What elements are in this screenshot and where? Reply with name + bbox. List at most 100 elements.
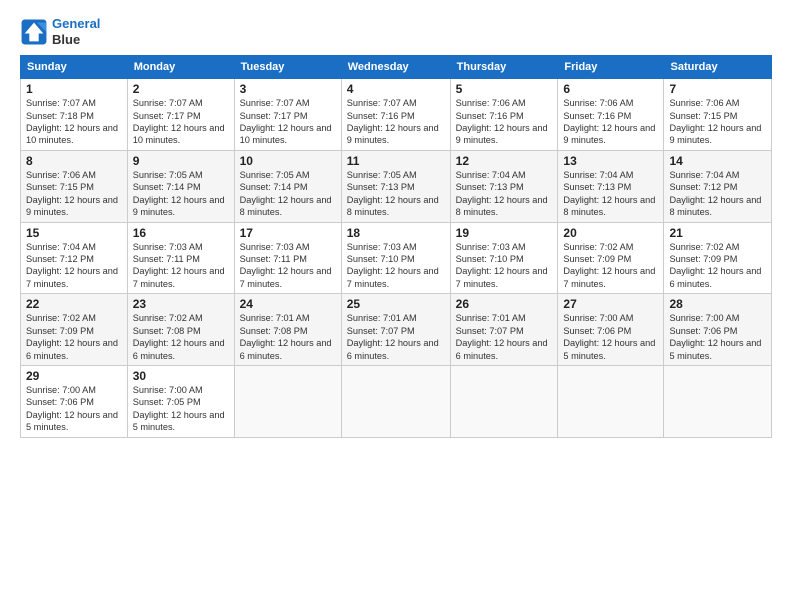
day-info: Sunrise: 7:07 AMSunset: 7:16 PMDaylight:… — [347, 97, 445, 147]
calendar-cell: 9 Sunrise: 7:05 AMSunset: 7:14 PMDayligh… — [127, 150, 234, 222]
day-number: 4 — [347, 82, 445, 96]
calendar-cell: 24 Sunrise: 7:01 AMSunset: 7:08 PMDaylig… — [234, 294, 341, 366]
calendar-cell: 16 Sunrise: 7:03 AMSunset: 7:11 PMDaylig… — [127, 222, 234, 294]
calendar-cell: 6 Sunrise: 7:06 AMSunset: 7:16 PMDayligh… — [558, 79, 664, 151]
day-info: Sunrise: 7:06 AMSunset: 7:15 PMDaylight:… — [26, 169, 122, 219]
day-number: 10 — [240, 154, 336, 168]
day-number: 11 — [347, 154, 445, 168]
day-number: 1 — [26, 82, 122, 96]
calendar-cell: 5 Sunrise: 7:06 AMSunset: 7:16 PMDayligh… — [450, 79, 558, 151]
day-info: Sunrise: 7:07 AMSunset: 7:17 PMDaylight:… — [240, 97, 336, 147]
calendar-cell: 2 Sunrise: 7:07 AMSunset: 7:17 PMDayligh… — [127, 79, 234, 151]
day-info: Sunrise: 7:02 AMSunset: 7:09 PMDaylight:… — [669, 241, 766, 291]
calendar-week-5: 29 Sunrise: 7:00 AMSunset: 7:06 PMDaylig… — [21, 365, 772, 437]
day-number: 8 — [26, 154, 122, 168]
calendar-cell: 1 Sunrise: 7:07 AMSunset: 7:18 PMDayligh… — [21, 79, 128, 151]
calendar-cell: 30 Sunrise: 7:00 AMSunset: 7:05 PMDaylig… — [127, 365, 234, 437]
calendar-cell — [664, 365, 772, 437]
logo: General Blue — [20, 16, 100, 47]
day-info: Sunrise: 7:05 AMSunset: 7:14 PMDaylight:… — [133, 169, 229, 219]
calendar-cell: 10 Sunrise: 7:05 AMSunset: 7:14 PMDaylig… — [234, 150, 341, 222]
day-info: Sunrise: 7:07 AMSunset: 7:17 PMDaylight:… — [133, 97, 229, 147]
day-info: Sunrise: 7:03 AMSunset: 7:10 PMDaylight:… — [347, 241, 445, 291]
day-info: Sunrise: 7:03 AMSunset: 7:11 PMDaylight:… — [133, 241, 229, 291]
day-info: Sunrise: 7:06 AMSunset: 7:16 PMDaylight:… — [456, 97, 553, 147]
day-info: Sunrise: 7:05 AMSunset: 7:14 PMDaylight:… — [240, 169, 336, 219]
day-number: 25 — [347, 297, 445, 311]
calendar-cell: 21 Sunrise: 7:02 AMSunset: 7:09 PMDaylig… — [664, 222, 772, 294]
day-number: 6 — [563, 82, 658, 96]
day-number: 27 — [563, 297, 658, 311]
calendar-cell: 17 Sunrise: 7:03 AMSunset: 7:11 PMDaylig… — [234, 222, 341, 294]
day-info: Sunrise: 7:07 AMSunset: 7:18 PMDaylight:… — [26, 97, 122, 147]
calendar-cell: 25 Sunrise: 7:01 AMSunset: 7:07 PMDaylig… — [341, 294, 450, 366]
day-info: Sunrise: 7:04 AMSunset: 7:13 PMDaylight:… — [456, 169, 553, 219]
day-info: Sunrise: 7:05 AMSunset: 7:13 PMDaylight:… — [347, 169, 445, 219]
calendar-cell: 18 Sunrise: 7:03 AMSunset: 7:10 PMDaylig… — [341, 222, 450, 294]
day-number: 30 — [133, 369, 229, 383]
calendar-cell: 27 Sunrise: 7:00 AMSunset: 7:06 PMDaylig… — [558, 294, 664, 366]
calendar-cell: 13 Sunrise: 7:04 AMSunset: 7:13 PMDaylig… — [558, 150, 664, 222]
day-info: Sunrise: 7:04 AMSunset: 7:13 PMDaylight:… — [563, 169, 658, 219]
calendar-table: SundayMondayTuesdayWednesdayThursdayFrid… — [20, 55, 772, 437]
calendar-header-row: SundayMondayTuesdayWednesdayThursdayFrid… — [21, 56, 772, 79]
calendar-cell: 12 Sunrise: 7:04 AMSunset: 7:13 PMDaylig… — [450, 150, 558, 222]
day-info: Sunrise: 7:00 AMSunset: 7:06 PMDaylight:… — [669, 312, 766, 362]
logo-icon — [20, 18, 48, 46]
calendar-cell: 15 Sunrise: 7:04 AMSunset: 7:12 PMDaylig… — [21, 222, 128, 294]
day-number: 7 — [669, 82, 766, 96]
calendar-week-2: 8 Sunrise: 7:06 AMSunset: 7:15 PMDayligh… — [21, 150, 772, 222]
day-number: 28 — [669, 297, 766, 311]
day-number: 26 — [456, 297, 553, 311]
calendar-header-thursday: Thursday — [450, 56, 558, 79]
day-info: Sunrise: 7:06 AMSunset: 7:16 PMDaylight:… — [563, 97, 658, 147]
calendar-cell — [558, 365, 664, 437]
day-info: Sunrise: 7:01 AMSunset: 7:07 PMDaylight:… — [456, 312, 553, 362]
day-info: Sunrise: 7:03 AMSunset: 7:11 PMDaylight:… — [240, 241, 336, 291]
calendar-cell: 26 Sunrise: 7:01 AMSunset: 7:07 PMDaylig… — [450, 294, 558, 366]
day-info: Sunrise: 7:04 AMSunset: 7:12 PMDaylight:… — [26, 241, 122, 291]
day-number: 23 — [133, 297, 229, 311]
calendar-header-monday: Monday — [127, 56, 234, 79]
day-info: Sunrise: 7:03 AMSunset: 7:10 PMDaylight:… — [456, 241, 553, 291]
logo-text: General Blue — [52, 16, 100, 47]
day-number: 17 — [240, 226, 336, 240]
calendar-cell: 28 Sunrise: 7:00 AMSunset: 7:06 PMDaylig… — [664, 294, 772, 366]
day-number: 21 — [669, 226, 766, 240]
day-number: 29 — [26, 369, 122, 383]
day-info: Sunrise: 7:00 AMSunset: 7:06 PMDaylight:… — [26, 384, 122, 434]
calendar-cell: 3 Sunrise: 7:07 AMSunset: 7:17 PMDayligh… — [234, 79, 341, 151]
day-info: Sunrise: 7:04 AMSunset: 7:12 PMDaylight:… — [669, 169, 766, 219]
day-info: Sunrise: 7:06 AMSunset: 7:15 PMDaylight:… — [669, 97, 766, 147]
day-number: 13 — [563, 154, 658, 168]
calendar-cell: 11 Sunrise: 7:05 AMSunset: 7:13 PMDaylig… — [341, 150, 450, 222]
day-number: 16 — [133, 226, 229, 240]
calendar-header-sunday: Sunday — [21, 56, 128, 79]
day-number: 9 — [133, 154, 229, 168]
calendar-cell: 7 Sunrise: 7:06 AMSunset: 7:15 PMDayligh… — [664, 79, 772, 151]
calendar-cell: 22 Sunrise: 7:02 AMSunset: 7:09 PMDaylig… — [21, 294, 128, 366]
day-number: 5 — [456, 82, 553, 96]
header: General Blue — [20, 16, 772, 47]
calendar-cell: 8 Sunrise: 7:06 AMSunset: 7:15 PMDayligh… — [21, 150, 128, 222]
calendar-cell: 20 Sunrise: 7:02 AMSunset: 7:09 PMDaylig… — [558, 222, 664, 294]
day-info: Sunrise: 7:01 AMSunset: 7:07 PMDaylight:… — [347, 312, 445, 362]
calendar-page: General Blue SundayMondayTuesdayWednesda… — [0, 0, 792, 612]
day-info: Sunrise: 7:02 AMSunset: 7:08 PMDaylight:… — [133, 312, 229, 362]
calendar-cell: 19 Sunrise: 7:03 AMSunset: 7:10 PMDaylig… — [450, 222, 558, 294]
day-number: 12 — [456, 154, 553, 168]
day-info: Sunrise: 7:00 AMSunset: 7:05 PMDaylight:… — [133, 384, 229, 434]
calendar-header-tuesday: Tuesday — [234, 56, 341, 79]
calendar-week-1: 1 Sunrise: 7:07 AMSunset: 7:18 PMDayligh… — [21, 79, 772, 151]
calendar-cell — [341, 365, 450, 437]
day-number: 3 — [240, 82, 336, 96]
calendar-header-friday: Friday — [558, 56, 664, 79]
calendar-cell — [234, 365, 341, 437]
calendar-week-3: 15 Sunrise: 7:04 AMSunset: 7:12 PMDaylig… — [21, 222, 772, 294]
calendar-cell: 14 Sunrise: 7:04 AMSunset: 7:12 PMDaylig… — [664, 150, 772, 222]
day-number: 2 — [133, 82, 229, 96]
calendar-week-4: 22 Sunrise: 7:02 AMSunset: 7:09 PMDaylig… — [21, 294, 772, 366]
day-info: Sunrise: 7:00 AMSunset: 7:06 PMDaylight:… — [563, 312, 658, 362]
calendar-cell: 29 Sunrise: 7:00 AMSunset: 7:06 PMDaylig… — [21, 365, 128, 437]
calendar-cell: 4 Sunrise: 7:07 AMSunset: 7:16 PMDayligh… — [341, 79, 450, 151]
